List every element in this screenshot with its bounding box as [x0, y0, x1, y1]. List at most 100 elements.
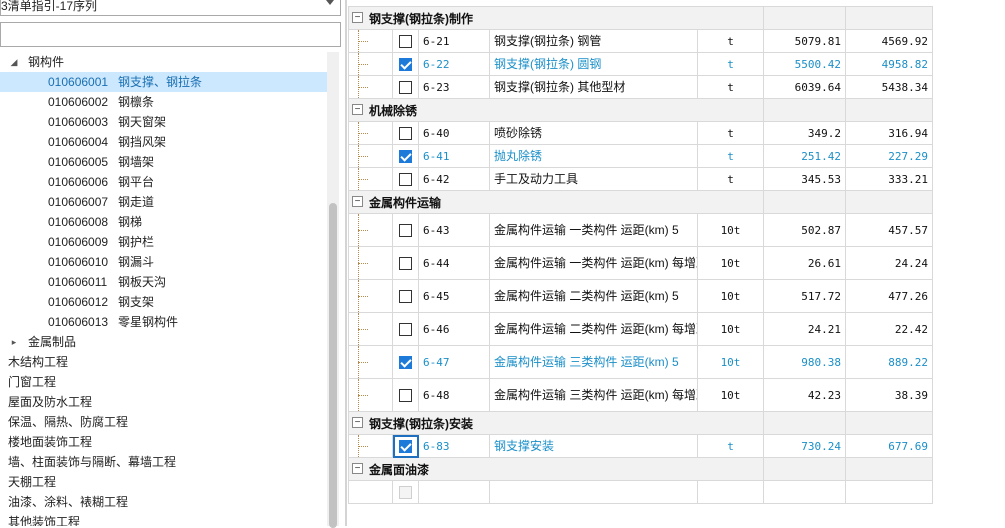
tree-item[interactable]: 010606012 钢支架 [0, 292, 330, 312]
table-row[interactable] [348, 480, 934, 504]
tree-item[interactable]: 010606003 钢天窗架 [0, 112, 330, 132]
tree-item[interactable]: 保温、隔热、防腐工程 [0, 412, 330, 432]
panel-splitter[interactable] [345, 0, 347, 526]
checkbox-cell[interactable] [392, 279, 419, 313]
group-row[interactable]: − 钢支撑(钢拉条)安装 [347, 411, 934, 435]
checkbox-icon[interactable] [399, 388, 412, 402]
minus-box-icon[interactable]: − [352, 463, 363, 474]
group-header: − 钢支撑(钢拉条)安装 [347, 411, 765, 435]
checkbox-cell[interactable] [392, 121, 419, 145]
checkbox-cell[interactable] [392, 213, 419, 247]
checkbox-icon[interactable] [399, 34, 412, 48]
minus-box-icon[interactable]: − [352, 12, 363, 23]
table-row[interactable]: 6-45 金属构件运输 二类构件 运距(km) 5 10t 517.72 477.26 [348, 279, 934, 313]
table-row[interactable]: 6-22 钢支撑(钢拉条) 圆钢 t 5500.42 4958.82 [348, 52, 934, 76]
tree-item[interactable]: 010606007 钢走道 [0, 192, 330, 212]
quota-price: 26.61 [763, 246, 847, 280]
table-row[interactable]: 6-43 金属构件运输 一类构件 运距(km) 5 10t 502.87 457.57 [348, 213, 934, 247]
tree-item[interactable]: 010606008 钢梯 [0, 212, 330, 232]
tree-item[interactable]: 010606011 钢板天沟 [0, 272, 330, 292]
checkbox-checked-icon[interactable] [399, 355, 412, 369]
scrollbar-thumb[interactable] [329, 203, 337, 528]
tree-item-label: 钢支撑、钢拉条 [118, 75, 203, 89]
tree-item[interactable]: ▸ 金属制品 [0, 332, 330, 352]
quota-unit: 10t [696, 213, 765, 247]
expanded-triangle-icon[interactable]: ◢ [8, 52, 20, 72]
category-combo[interactable]: 3清单指引-17序列 [0, 0, 341, 16]
checkbox-cell[interactable] [392, 312, 419, 346]
checkbox-cell[interactable] [392, 29, 419, 53]
tree-item[interactable]: ◢ 钢构件 [0, 52, 330, 72]
quota-name [489, 480, 698, 504]
table-row[interactable]: 6-21 钢支撑(钢拉条) 钢管 t 5079.81 4569.92 [348, 29, 934, 53]
tree-scrollbar[interactable] [327, 52, 339, 528]
checkbox-cell[interactable] [392, 144, 419, 168]
checkbox-icon[interactable] [399, 223, 412, 237]
group-title: 金属面油漆 [369, 462, 430, 477]
group-row[interactable]: − 金属构件运输 [347, 190, 934, 214]
checkbox-cell[interactable] [392, 167, 419, 191]
checkbox-cell[interactable] [392, 378, 419, 412]
tree-item[interactable]: 010606002 钢檩条 [0, 92, 330, 112]
checkbox-checked-icon[interactable] [399, 439, 412, 453]
search-input[interactable] [0, 22, 341, 47]
collapsed-triangle-icon[interactable]: ▸ [8, 332, 20, 352]
checkbox-cell[interactable] [392, 345, 419, 379]
checkbox-cell[interactable] [392, 52, 419, 76]
table-row[interactable]: 6-44 金属构件运输 一类构件 运距(km) 每增减1 10t 26.61 24.24 [348, 246, 934, 280]
minus-box-icon[interactable]: − [352, 104, 363, 115]
tree-item[interactable]: 010606001 钢支撑、钢拉条 [0, 72, 330, 92]
tree-item[interactable]: 油漆、涂料、裱糊工程 [0, 492, 330, 512]
checkbox-checked-icon[interactable] [399, 149, 412, 163]
tree-item[interactable]: 其他装饰工程 [0, 512, 330, 526]
checkbox-icon[interactable] [399, 256, 412, 270]
checkbox-cell[interactable] [392, 434, 419, 458]
minus-box-icon[interactable]: − [352, 417, 363, 428]
table-row[interactable]: 6-41 抛丸除锈 t 251.42 227.29 [348, 144, 934, 168]
group-row[interactable]: − 钢支撑(钢拉条)制作 [347, 6, 934, 30]
checkbox-cell[interactable] [392, 75, 419, 99]
tree-item[interactable]: 门窗工程 [0, 372, 330, 392]
tree-item[interactable]: 010606013 零星钢构件 [0, 312, 330, 332]
tree-item-code: 010606008 [48, 215, 109, 229]
quota-price: 251.42 [763, 144, 847, 168]
table-row[interactable]: 6-83 钢支撑安装 t 730.24 677.69 [348, 434, 934, 458]
tree-item[interactable]: 墙、柱面装饰与隔断、幕墙工程 [0, 452, 330, 472]
tree-item[interactable]: 010606005 钢墙架 [0, 152, 330, 172]
tree-item[interactable]: 010606006 钢平台 [0, 172, 330, 192]
quota-name: 金属构件运输 三类构件 运距(km) 每增减1 [489, 378, 698, 412]
minus-box-icon[interactable]: − [352, 196, 363, 207]
tree-item[interactable]: 屋面及防水工程 [0, 392, 330, 412]
group-row[interactable]: − 机械除锈 [347, 98, 934, 122]
group-row[interactable]: − 金属面油漆 [347, 457, 934, 481]
tree-item[interactable]: 楼地面装饰工程 [0, 432, 330, 452]
tree-item[interactable]: 010606009 钢护栏 [0, 232, 330, 252]
tree-line-cell [348, 246, 393, 280]
tree-item[interactable]: 天棚工程 [0, 472, 330, 492]
tree-item[interactable]: 010606004 钢挡风架 [0, 132, 330, 152]
checkbox-icon[interactable] [399, 289, 412, 303]
checkbox-cell[interactable] [392, 246, 419, 280]
table-row[interactable]: 6-42 手工及动力工具 t 345.53 333.21 [348, 167, 934, 191]
table-row[interactable]: 6-40 喷砂除锈 t 349.2 316.94 [348, 121, 934, 145]
quota-name: 金属构件运输 二类构件 运距(km) 5 [489, 279, 698, 313]
quota-name: 金属构件运输 一类构件 运距(km) 5 [489, 213, 698, 247]
checkbox-icon[interactable] [399, 126, 412, 140]
tree-item[interactable]: 木结构工程 [0, 352, 330, 372]
tree-line-cell [348, 312, 393, 346]
quota-code: 6-48 [418, 378, 490, 412]
checkbox-icon[interactable] [399, 172, 412, 186]
tree-item-label: 钢构件 [28, 55, 65, 69]
checkbox-icon[interactable] [399, 80, 412, 94]
table-row[interactable]: 6-23 钢支撑(钢拉条) 其他型材 t 6039.64 5438.34 [348, 75, 934, 99]
table-row[interactable]: 6-46 金属构件运输 二类构件 运距(km) 每增减1 10t 24.21 22.42 [348, 312, 934, 346]
table-row[interactable]: 6-47 金属构件运输 三类构件 运距(km) 5 10t 980.38 889.22 [348, 345, 934, 379]
checkbox-checked-icon[interactable] [399, 57, 412, 71]
checkbox-icon[interactable] [399, 322, 412, 336]
checkbox-cell[interactable] [392, 480, 419, 504]
quota-price-alt: 22.42 [845, 312, 934, 346]
table-row[interactable]: 6-48 金属构件运输 三类构件 运距(km) 每增减1 10t 42.23 38.39 [348, 378, 934, 412]
quota-code [418, 480, 490, 504]
tree-item[interactable]: 010606010 钢漏斗 [0, 252, 330, 272]
chevron-down-icon[interactable] [326, 0, 334, 5]
